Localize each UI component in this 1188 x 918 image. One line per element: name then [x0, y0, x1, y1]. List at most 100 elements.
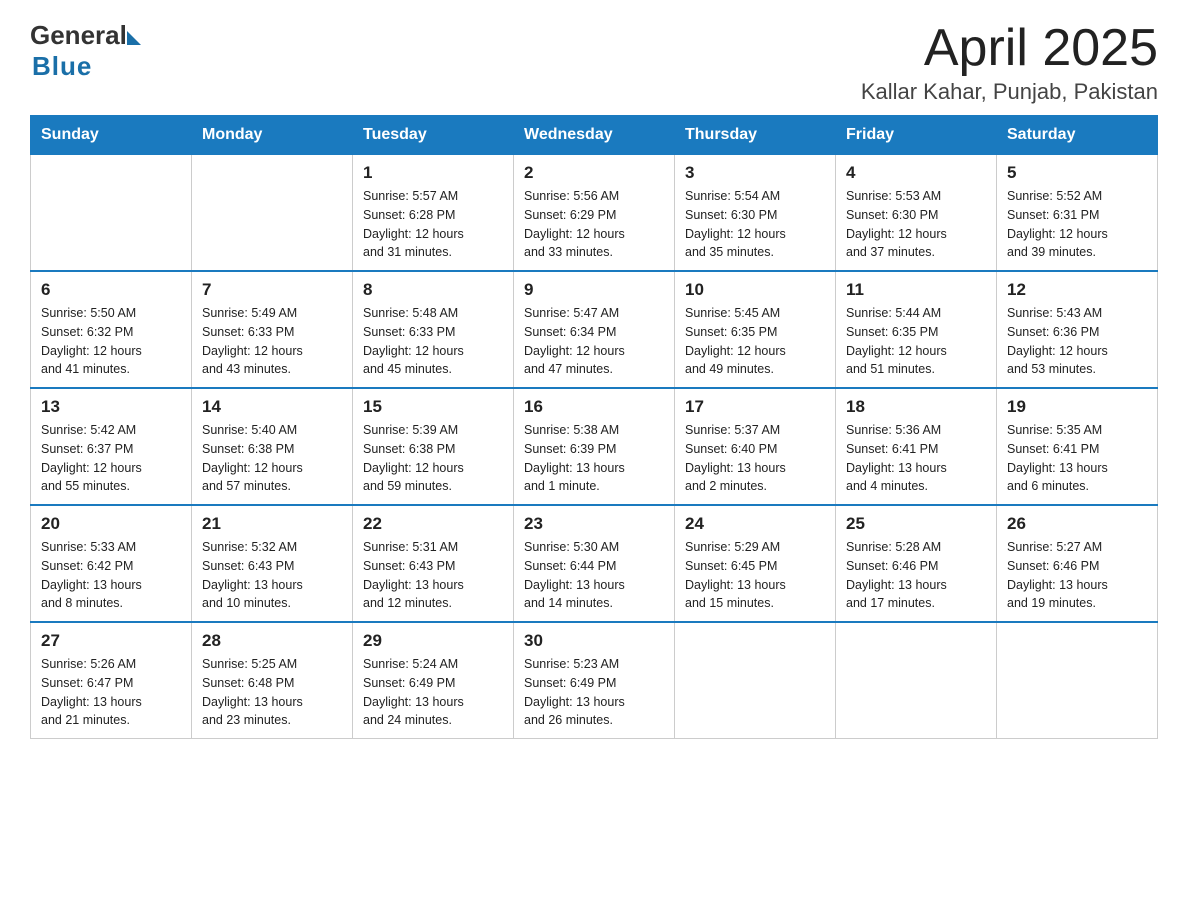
- calendar-cell-w1-d1: [31, 155, 192, 272]
- day-number: 3: [685, 163, 825, 183]
- calendar-cell-w1-d3: 1 Sunrise: 5:57 AMSunset: 6:28 PMDaylight…: [353, 155, 514, 272]
- day-info: Sunrise: 5:30 AMSunset: 6:44 PMDaylight:…: [524, 538, 664, 613]
- day-info: Sunrise: 5:50 AMSunset: 6:32 PMDaylight:…: [41, 304, 181, 379]
- day-number: 8: [363, 280, 503, 300]
- week-row-2: 6 Sunrise: 5:50 AMSunset: 6:32 PMDaylight…: [31, 271, 1158, 388]
- day-info: Sunrise: 5:57 AMSunset: 6:28 PMDaylight:…: [363, 187, 503, 262]
- title-block: April 2025 Kallar Kahar, Punjab, Pakista…: [861, 20, 1158, 105]
- page-header: General Blue April 2025 Kallar Kahar, Pu…: [30, 20, 1158, 105]
- day-number: 4: [846, 163, 986, 183]
- header-monday: Monday: [192, 116, 353, 155]
- day-number: 19: [1007, 397, 1147, 417]
- day-info: Sunrise: 5:53 AMSunset: 6:30 PMDaylight:…: [846, 187, 986, 262]
- month-year-title: April 2025: [861, 20, 1158, 77]
- day-info: Sunrise: 5:32 AMSunset: 6:43 PMDaylight:…: [202, 538, 342, 613]
- header-saturday: Saturday: [997, 116, 1158, 155]
- week-row-4: 20 Sunrise: 5:33 AMSunset: 6:42 PMDayligh…: [31, 505, 1158, 622]
- day-number: 10: [685, 280, 825, 300]
- calendar-cell-w5-d1: 27 Sunrise: 5:26 AMSunset: 6:47 PMDayligh…: [31, 622, 192, 739]
- calendar-cell-w1-d7: 5 Sunrise: 5:52 AMSunset: 6:31 PMDaylight…: [997, 155, 1158, 272]
- calendar-cell-w5-d3: 29Sunrise: 5:24 AMSunset: 6:49 PMDayligh…: [353, 622, 514, 739]
- day-number: 1: [363, 163, 503, 183]
- calendar-cell-w5-d7: [997, 622, 1158, 739]
- day-number: 6: [41, 280, 181, 300]
- calendar-cell-w1-d6: 4 Sunrise: 5:53 AMSunset: 6:30 PMDaylight…: [836, 155, 997, 272]
- day-number: 26: [1007, 514, 1147, 534]
- day-info: Sunrise: 5:49 AMSunset: 6:33 PMDaylight:…: [202, 304, 342, 379]
- day-info: Sunrise: 5:37 AMSunset: 6:40 PMDaylight:…: [685, 421, 825, 496]
- calendar-table: Sunday Monday Tuesday Wednesday Thursday…: [30, 115, 1158, 739]
- calendar-cell-w4-d4: 23Sunrise: 5:30 AMSunset: 6:44 PMDayligh…: [514, 505, 675, 622]
- calendar-cell-w3-d6: 18Sunrise: 5:36 AMSunset: 6:41 PMDayligh…: [836, 388, 997, 505]
- header-thursday: Thursday: [675, 116, 836, 155]
- calendar-cell-w4-d5: 24 Sunrise: 5:29 AMSunset: 6:45 PMDayligh…: [675, 505, 836, 622]
- calendar-cell-w3-d2: 14 Sunrise: 5:40 AMSunset: 6:38 PMDayligh…: [192, 388, 353, 505]
- calendar-cell-w4-d1: 20 Sunrise: 5:33 AMSunset: 6:42 PMDayligh…: [31, 505, 192, 622]
- day-info: Sunrise: 5:48 AMSunset: 6:33 PMDaylight:…: [363, 304, 503, 379]
- calendar-cell-w3-d7: 19 Sunrise: 5:35 AMSunset: 6:41 PMDayligh…: [997, 388, 1158, 505]
- day-number: 18: [846, 397, 986, 417]
- calendar-cell-w2-d5: 10 Sunrise: 5:45 AMSunset: 6:35 PMDayligh…: [675, 271, 836, 388]
- header-sunday: Sunday: [31, 116, 192, 155]
- day-info: Sunrise: 5:52 AMSunset: 6:31 PMDaylight:…: [1007, 187, 1147, 262]
- logo-arrow-icon: [127, 31, 141, 45]
- day-number: 14: [202, 397, 342, 417]
- calendar-cell-w5-d4: 30Sunrise: 5:23 AMSunset: 6:49 PMDayligh…: [514, 622, 675, 739]
- day-info: Sunrise: 5:31 AMSunset: 6:43 PMDaylight:…: [363, 538, 503, 613]
- day-number: 13: [41, 397, 181, 417]
- day-info: Sunrise: 5:25 AMSunset: 6:48 PMDaylight:…: [202, 655, 342, 730]
- header-friday: Friday: [836, 116, 997, 155]
- day-number: 22: [363, 514, 503, 534]
- day-number: 28: [202, 631, 342, 651]
- day-info: Sunrise: 5:45 AMSunset: 6:35 PMDaylight:…: [685, 304, 825, 379]
- day-number: 12: [1007, 280, 1147, 300]
- day-number: 21: [202, 514, 342, 534]
- day-number: 9: [524, 280, 664, 300]
- day-number: 2: [524, 163, 664, 183]
- calendar-cell-w3-d1: 13Sunrise: 5:42 AMSunset: 6:37 PMDayligh…: [31, 388, 192, 505]
- calendar-cell-w2-d2: 7 Sunrise: 5:49 AMSunset: 6:33 PMDaylight…: [192, 271, 353, 388]
- day-info: Sunrise: 5:35 AMSunset: 6:41 PMDaylight:…: [1007, 421, 1147, 496]
- logo-general-text: General: [30, 20, 127, 51]
- calendar-cell-w1-d2: [192, 155, 353, 272]
- day-info: Sunrise: 5:29 AMSunset: 6:45 PMDaylight:…: [685, 538, 825, 613]
- header-wednesday: Wednesday: [514, 116, 675, 155]
- calendar-cell-w4-d6: 25 Sunrise: 5:28 AMSunset: 6:46 PMDayligh…: [836, 505, 997, 622]
- week-row-5: 27 Sunrise: 5:26 AMSunset: 6:47 PMDayligh…: [31, 622, 1158, 739]
- day-number: 5: [1007, 163, 1147, 183]
- day-info: Sunrise: 5:28 AMSunset: 6:46 PMDaylight:…: [846, 538, 986, 613]
- calendar-cell-w4-d7: 26 Sunrise: 5:27 AMSunset: 6:46 PMDayligh…: [997, 505, 1158, 622]
- calendar-cell-w4-d2: 21 Sunrise: 5:32 AMSunset: 6:43 PMDayligh…: [192, 505, 353, 622]
- calendar-cell-w2-d6: 11Sunrise: 5:44 AMSunset: 6:35 PMDayligh…: [836, 271, 997, 388]
- day-number: 25: [846, 514, 986, 534]
- calendar-cell-w5-d5: [675, 622, 836, 739]
- calendar-cell-w2-d1: 6 Sunrise: 5:50 AMSunset: 6:32 PMDaylight…: [31, 271, 192, 388]
- calendar-cell-w3-d5: 17 Sunrise: 5:37 AMSunset: 6:40 PMDayligh…: [675, 388, 836, 505]
- weekday-header-row: Sunday Monday Tuesday Wednesday Thursday…: [31, 116, 1158, 155]
- day-info: Sunrise: 5:39 AMSunset: 6:38 PMDaylight:…: [363, 421, 503, 496]
- day-info: Sunrise: 5:56 AMSunset: 6:29 PMDaylight:…: [524, 187, 664, 262]
- calendar-cell-w3-d4: 16Sunrise: 5:38 AMSunset: 6:39 PMDayligh…: [514, 388, 675, 505]
- day-info: Sunrise: 5:24 AMSunset: 6:49 PMDaylight:…: [363, 655, 503, 730]
- week-row-3: 13Sunrise: 5:42 AMSunset: 6:37 PMDayligh…: [31, 388, 1158, 505]
- calendar-cell-w1-d4: 2 Sunrise: 5:56 AMSunset: 6:29 PMDaylight…: [514, 155, 675, 272]
- day-number: 24: [685, 514, 825, 534]
- day-info: Sunrise: 5:23 AMSunset: 6:49 PMDaylight:…: [524, 655, 664, 730]
- day-info: Sunrise: 5:40 AMSunset: 6:38 PMDaylight:…: [202, 421, 342, 496]
- day-info: Sunrise: 5:33 AMSunset: 6:42 PMDaylight:…: [41, 538, 181, 613]
- day-number: 7: [202, 280, 342, 300]
- day-info: Sunrise: 5:27 AMSunset: 6:46 PMDaylight:…: [1007, 538, 1147, 613]
- day-number: 16: [524, 397, 664, 417]
- calendar-cell-w5-d6: [836, 622, 997, 739]
- day-info: Sunrise: 5:44 AMSunset: 6:35 PMDaylight:…: [846, 304, 986, 379]
- calendar-cell-w2-d4: 9 Sunrise: 5:47 AMSunset: 6:34 PMDaylight…: [514, 271, 675, 388]
- day-number: 27: [41, 631, 181, 651]
- day-info: Sunrise: 5:47 AMSunset: 6:34 PMDaylight:…: [524, 304, 664, 379]
- day-number: 20: [41, 514, 181, 534]
- calendar-cell-w3-d3: 15Sunrise: 5:39 AMSunset: 6:38 PMDayligh…: [353, 388, 514, 505]
- day-info: Sunrise: 5:43 AMSunset: 6:36 PMDaylight:…: [1007, 304, 1147, 379]
- day-info: Sunrise: 5:26 AMSunset: 6:47 PMDaylight:…: [41, 655, 181, 730]
- location-subtitle: Kallar Kahar, Punjab, Pakistan: [861, 79, 1158, 105]
- day-number: 17: [685, 397, 825, 417]
- header-tuesday: Tuesday: [353, 116, 514, 155]
